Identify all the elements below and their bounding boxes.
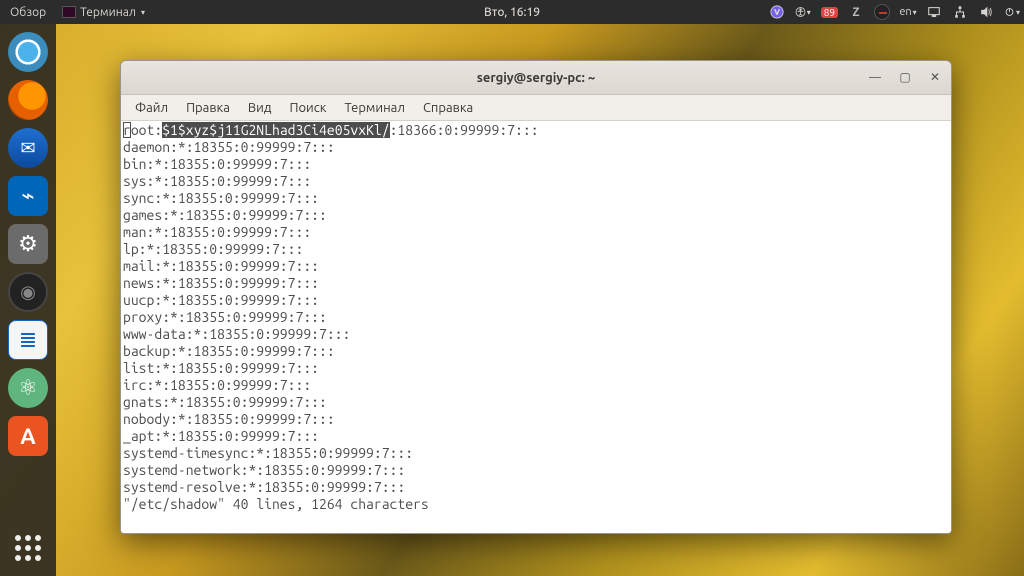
dock-obs[interactable] [6,270,50,314]
dock-chromium[interactable] [6,30,50,74]
terminal-icon [62,6,76,18]
viber-tray-icon[interactable]: V [769,4,785,20]
top-panel: Обзор Терминал ▾ Вто, 16:19 V ▾ 89 Z en … [0,0,1024,24]
chevron-down-icon: ▾ [1016,8,1020,17]
line: sys:*:18355:0:99999:7::: [123,173,311,189]
dock-firefox[interactable] [6,78,50,122]
line: www-data:*:18355:0:99999:7::: [123,326,350,342]
settings-icon [8,224,48,264]
window-controls: — ▢ ✕ [865,67,945,87]
network-icon[interactable] [952,4,968,20]
software-icon [8,416,48,456]
line: lp:*:18355:0:99999:7::: [123,241,303,257]
line: proxy:*:18355:0:99999:7::: [123,309,327,325]
line: mail:*:18355:0:99999:7::: [123,258,319,274]
app-menu-label: Терминал [80,6,136,19]
cursor: r [123,122,131,138]
line: irc:*:18355:0:99999:7::: [123,377,311,393]
status-line: "/etc/shadow" 40 lines, 1264 characters [123,496,429,512]
menu-terminal[interactable]: Терминал [336,99,412,117]
titlebar[interactable]: sergiy@sergiy-pc: ~ — ▢ ✕ [121,61,951,95]
minimize-button[interactable]: — [865,67,885,87]
line: systemd-timesync:*:18355:0:99999:7::: [123,445,413,461]
menu-view[interactable]: Вид [240,99,280,117]
menu-search[interactable]: Поиск [281,99,334,117]
activities-button[interactable]: Обзор [4,6,52,19]
line: bin:*:18355:0:99999:7::: [123,156,311,172]
chevron-down-icon: ▾ [807,8,811,17]
selection: $1$xyz$j11G2NLhad3Ci4e05vxKl/ [162,122,389,138]
top-panel-left: Обзор Терминал ▾ [4,6,145,19]
terminal-window: sergiy@sergiy-pc: ~ — ▢ ✕ Файл Правка Ви… [120,60,952,534]
obs-icon [8,272,48,312]
line: news:*:18355:0:99999:7::: [123,275,319,291]
terminal-output[interactable]: root:$1$xyz$j11G2NLhad3Ci4e05vxKl/:18366… [121,121,951,533]
menu-help[interactable]: Справка [415,99,481,117]
firefox-icon [8,80,48,120]
line: games:*:18355:0:99999:7::: [123,207,327,223]
window-title: sergiy@sergiy-pc: ~ [477,71,595,85]
dock-writer[interactable] [6,318,50,362]
dock-atom[interactable] [6,366,50,410]
dock-thunderbird[interactable] [6,126,50,170]
svg-text:V: V [774,9,779,17]
chromium-icon [8,32,48,72]
display-icon[interactable] [926,4,942,20]
thunderbird-icon [8,128,48,168]
menubar: Файл Правка Вид Поиск Терминал Справка [121,95,951,121]
power-icon[interactable]: ▾ [1004,4,1020,20]
volume-icon[interactable] [978,4,994,20]
dock [0,24,56,576]
top-panel-right: V ▾ 89 Z en ▾ ▾ [769,4,1020,20]
line: uucp:*:18355:0:99999:7::: [123,292,319,308]
line: daemon:*:18355:0:99999:7::: [123,139,335,155]
clock[interactable]: Вто, 16:19 [484,6,540,19]
chevron-down-icon: ▾ [141,8,145,17]
dock-software[interactable] [6,414,50,458]
menu-edit[interactable]: Правка [178,99,238,117]
line: man:*:18355:0:99999:7::: [123,224,311,240]
maximize-button[interactable]: ▢ [895,67,915,87]
chevron-down-icon: ▾ [913,8,917,17]
zorin-icon[interactable]: Z [848,4,864,20]
text: :18366:0:99999:7::: [390,122,539,138]
line: list:*:18355:0:99999:7::: [123,360,319,376]
close-button[interactable]: ✕ [925,67,945,87]
keyboard-layout-label: en [899,6,911,18]
menu-file[interactable]: Файл [127,99,176,117]
app-menu[interactable]: Терминал ▾ [62,6,145,19]
vscode-icon [8,176,48,216]
line: backup:*:18355:0:99999:7::: [123,343,335,359]
text: oot: [131,122,162,138]
dock-settings[interactable] [6,222,50,266]
writer-icon [8,320,48,360]
update-badge[interactable]: 89 [821,7,838,18]
atom-icon [8,368,48,408]
line: systemd-resolve:*:18355:0:99999:7::: [123,479,405,495]
show-applications[interactable] [8,528,48,568]
line: systemd-network:*:18355:0:99999:7::: [123,462,405,478]
keyboard-layout[interactable]: en ▾ [900,4,916,20]
status-indicator-icon[interactable] [874,4,890,20]
line: _apt:*:18355:0:99999:7::: [123,428,319,444]
line: nobody:*:18355:0:99999:7::: [123,411,335,427]
dock-vscode[interactable] [6,174,50,218]
line: gnats:*:18355:0:99999:7::: [123,394,327,410]
line: sync:*:18355:0:99999:7::: [123,190,319,206]
accessibility-icon[interactable]: ▾ [795,4,811,20]
